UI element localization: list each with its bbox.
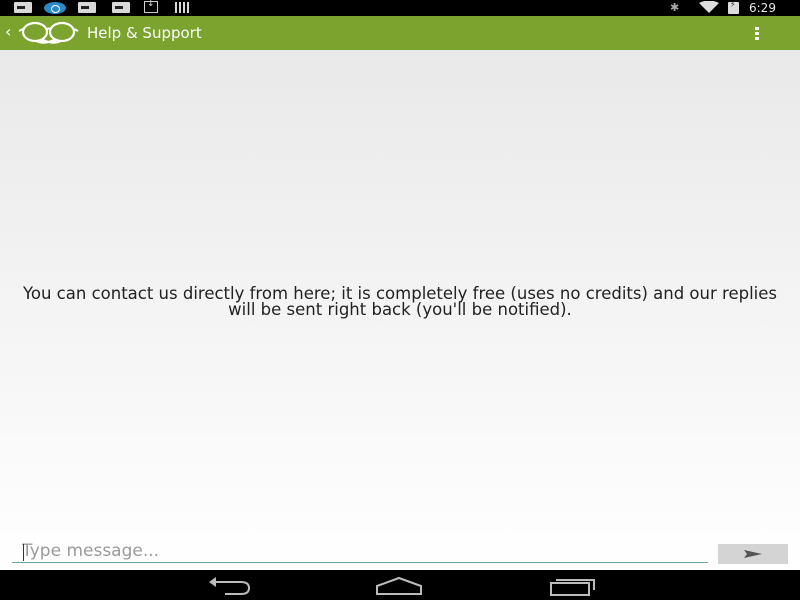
overflow-menu-icon[interactable]	[748, 23, 768, 43]
download-icon	[144, 0, 158, 13]
message-input[interactable]	[12, 539, 708, 563]
sync-icon	[44, 2, 66, 14]
status-bar: ✱ 6:29	[0, 0, 800, 16]
text-cursor	[23, 544, 24, 561]
conversation-area: You can contact us directly from here; i…	[0, 50, 800, 570]
notification-icon	[78, 2, 96, 13]
wifi-icon	[698, 0, 720, 13]
back-icon[interactable]	[205, 574, 253, 596]
app-logo[interactable]	[18, 20, 80, 46]
send-button[interactable]	[718, 544, 788, 564]
back-arrow-icon[interactable]: ‹	[5, 22, 11, 42]
clock: 6:29	[749, 1, 776, 15]
battery-charging-icon	[728, 0, 739, 14]
navigation-bar	[0, 570, 800, 600]
notification-icon	[14, 2, 32, 13]
action-bar: ‹ Help & Support	[0, 16, 800, 50]
recents-icon[interactable]	[548, 574, 596, 596]
home-icon[interactable]	[375, 574, 423, 596]
barcode-icon	[175, 2, 191, 13]
bluetooth-icon: ✱	[670, 1, 680, 14]
screen-title: Help & Support	[87, 24, 202, 42]
send-icon	[743, 547, 763, 562]
notification-icon	[112, 2, 130, 13]
empty-state-message: You can contact us directly from here; i…	[23, 284, 777, 319]
